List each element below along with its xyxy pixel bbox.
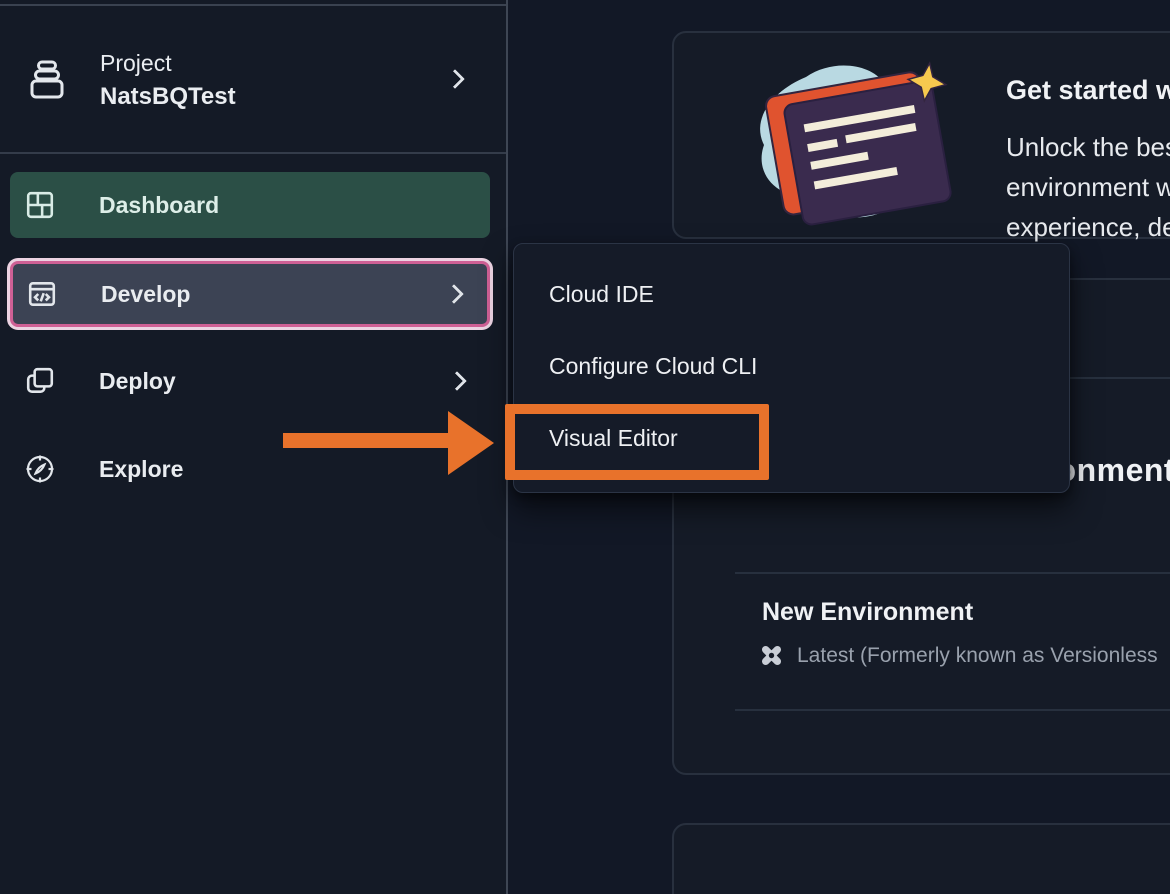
sidebar-item-deploy[interactable]: Deploy: [10, 348, 490, 414]
project-label: Project: [100, 47, 236, 80]
menu-item-configure-cloud-cli[interactable]: Configure Cloud CLI: [514, 330, 1069, 402]
menu-item-cloud-ide[interactable]: Cloud IDE: [514, 258, 1069, 330]
annotation-arrow-shaft: [283, 433, 450, 448]
get-started-title: Get started w: [1006, 75, 1170, 106]
annotation-highlight-rectangle: [505, 404, 769, 480]
partial-card: [672, 823, 1170, 894]
environment-version-label: Latest (Formerly known as Versionless: [797, 644, 1158, 668]
sidebar-item-develop[interactable]: Develop: [10, 261, 490, 327]
sidebar-top-divider: [0, 4, 506, 6]
get-started-body-line: experience, de: [1006, 207, 1170, 247]
deploy-squares-icon: [25, 366, 55, 396]
card-divider: [735, 572, 1170, 574]
chevron-right-icon: [444, 284, 464, 304]
get-started-body: Unlock the bes environment w experience,…: [1006, 127, 1170, 247]
environment-name: New Environment: [762, 598, 973, 627]
project-stack-icon: [26, 58, 68, 104]
code-window-icon: [27, 279, 57, 309]
compass-icon: [25, 454, 55, 484]
get-started-body-line: environment w: [1006, 167, 1170, 207]
cloud-ide-illustration: [744, 55, 958, 231]
project-text: Project NatsBQTest: [100, 47, 236, 115]
app-window: Get started w Unlock the bes environment…: [0, 0, 1170, 894]
dbt-logo-icon: [758, 642, 785, 669]
sidebar-item-label: Dashboard: [99, 192, 219, 219]
environment-version: Latest (Formerly known as Versionless: [758, 642, 1158, 669]
sidebar-item-label: Explore: [99, 456, 183, 483]
sidebar-item-label: Deploy: [99, 368, 176, 395]
project-name: NatsBQTest: [100, 80, 236, 115]
annotation-arrow-head: [448, 411, 494, 475]
project-selector[interactable]: Project NatsBQTest: [0, 26, 506, 136]
sidebar-item-label: Develop: [101, 281, 190, 308]
environment-row-new-environment[interactable]: New Environment Latest (Formerly known a…: [674, 585, 1170, 709]
dashboard-grid-icon: [25, 190, 55, 220]
sidebar-section-divider: [0, 152, 506, 154]
get-started-body-line: Unlock the bes: [1006, 127, 1170, 167]
sidebar-item-dashboard[interactable]: Dashboard: [10, 172, 490, 238]
chevron-right-icon: [447, 371, 467, 391]
card-divider: [735, 709, 1170, 711]
get-started-card: Get started w Unlock the bes environment…: [672, 31, 1170, 239]
